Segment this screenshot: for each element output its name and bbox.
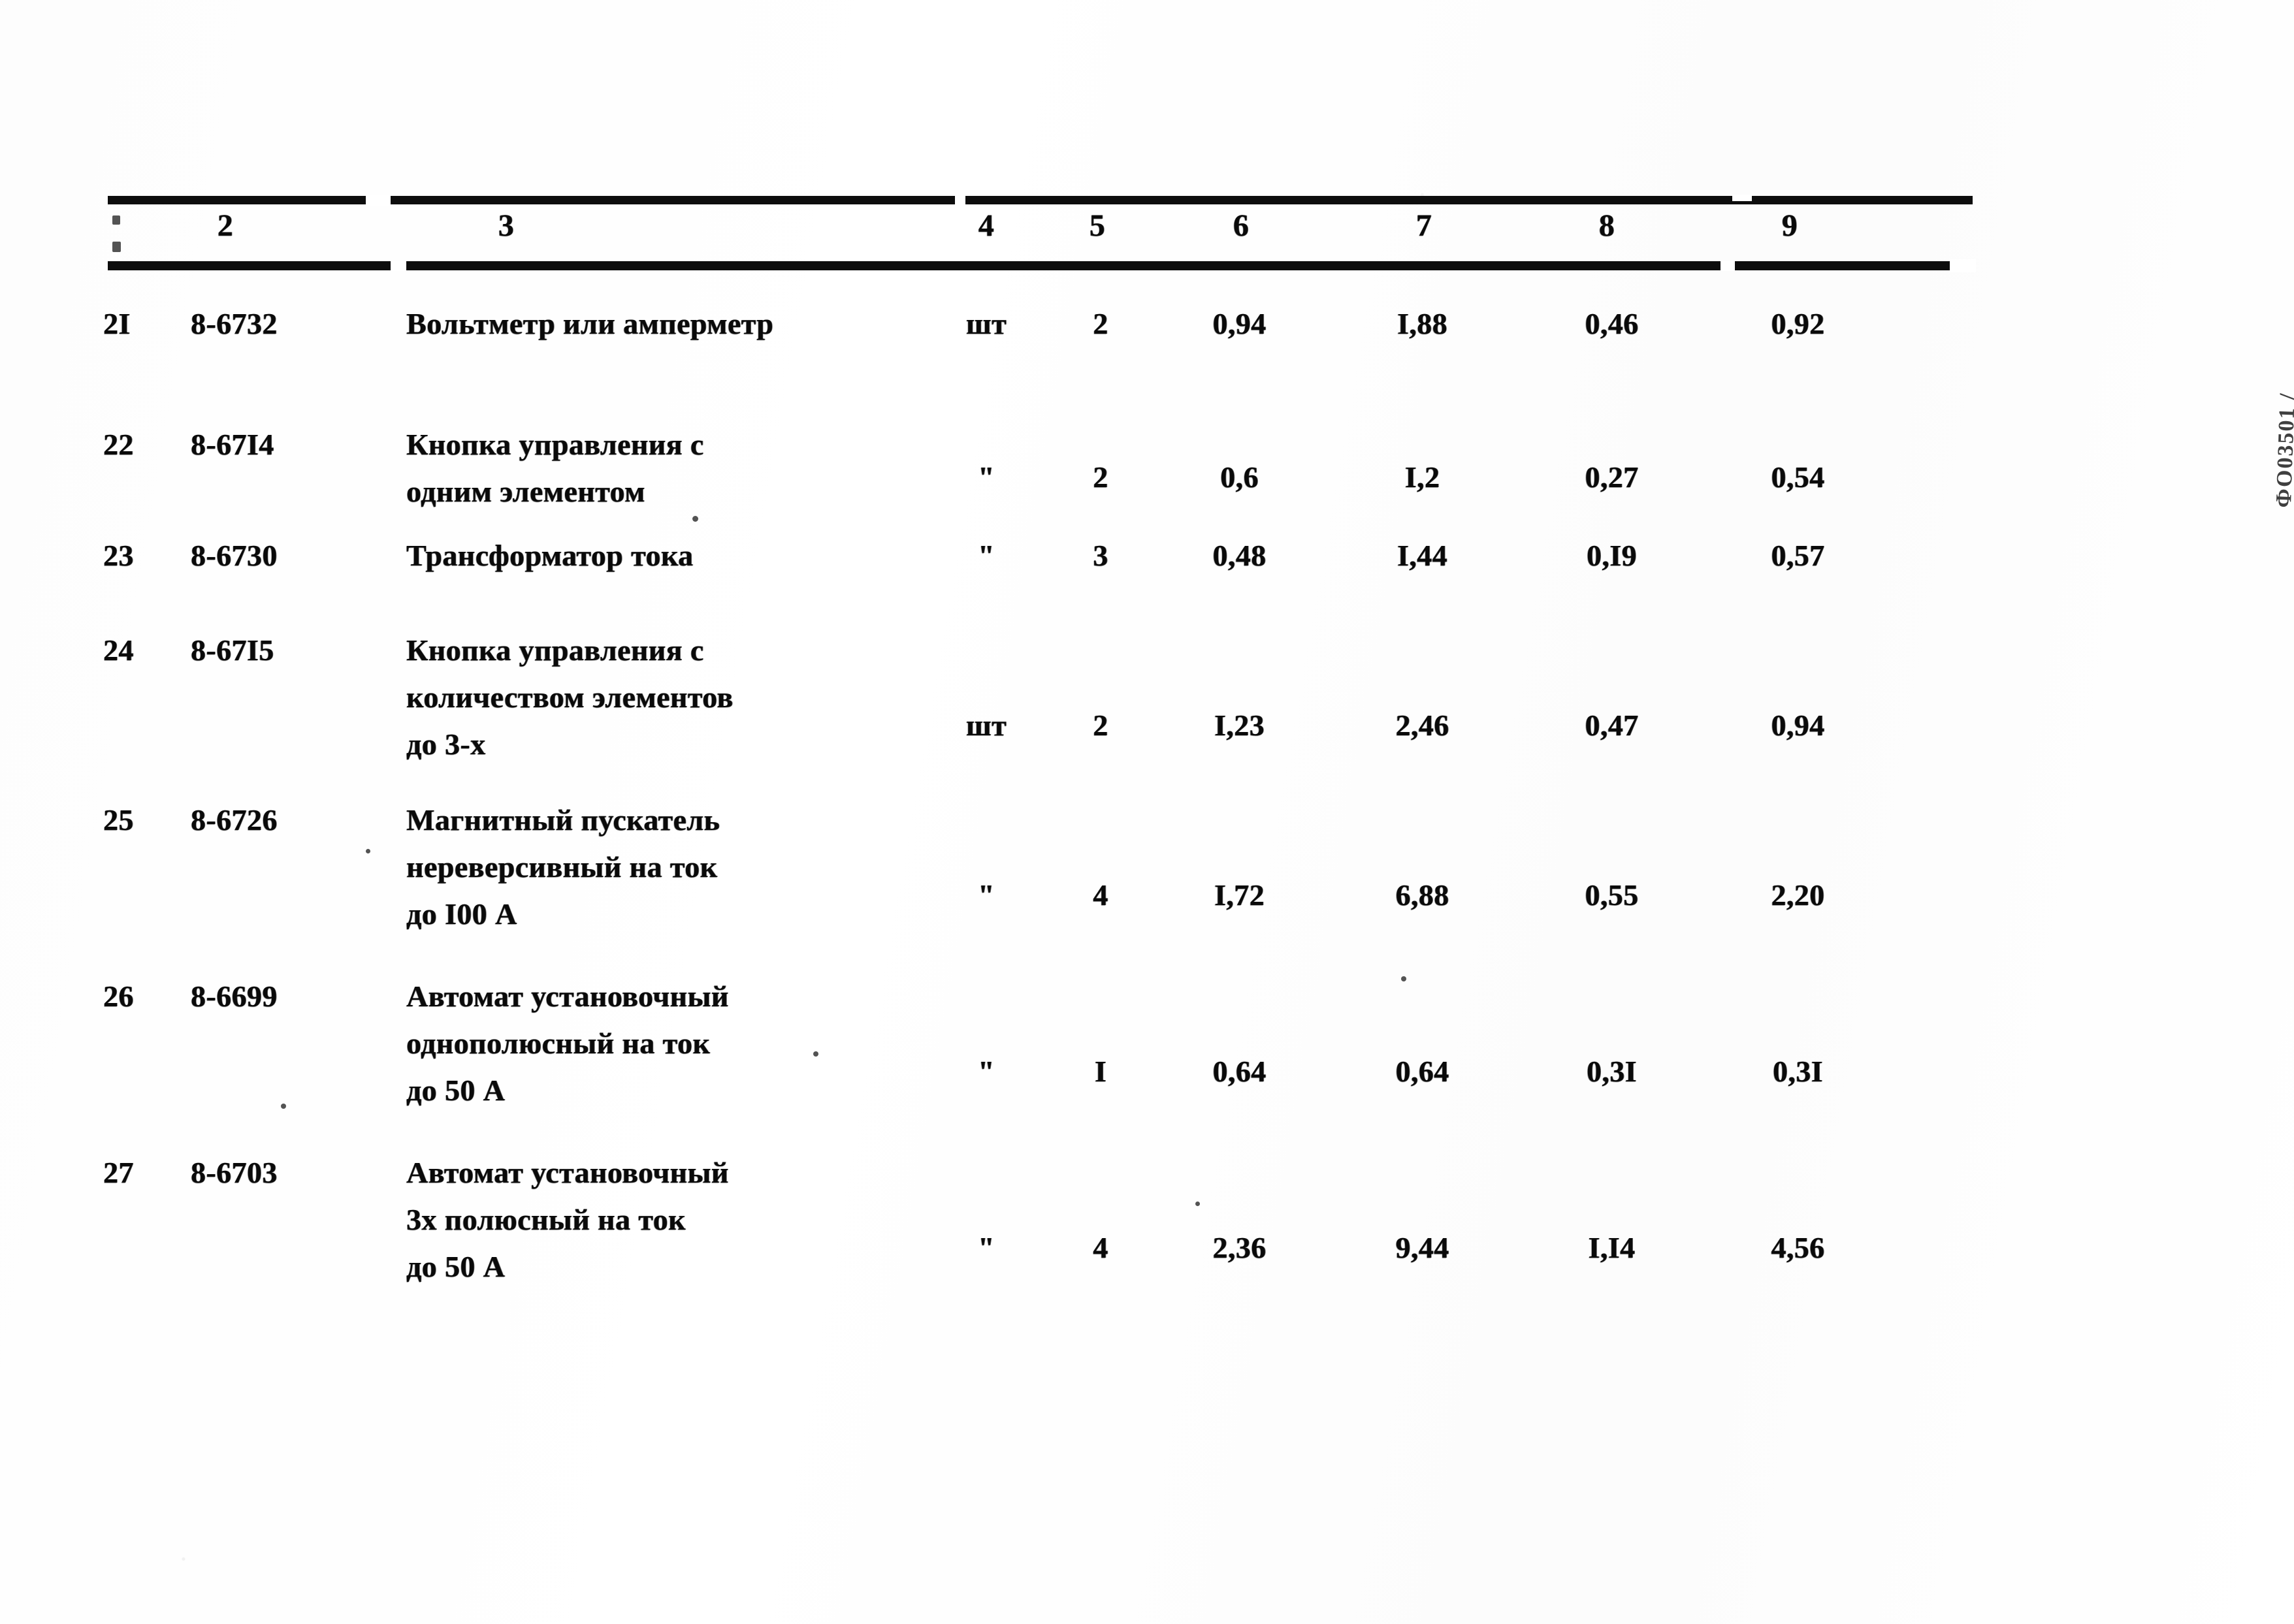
row-value-col-6: 2,36 bbox=[1212, 1231, 1267, 1264]
row-number: 23 bbox=[103, 539, 134, 572]
row-value-col-7: 6,88 bbox=[1395, 878, 1449, 912]
dust-speck bbox=[1195, 1202, 1200, 1206]
dust-speck bbox=[281, 1104, 286, 1109]
row-code: 8-6703 bbox=[191, 1156, 278, 1189]
row-value-col-8: 0,3I bbox=[1586, 1055, 1637, 1088]
dust-speck bbox=[366, 849, 370, 853]
rule-break bbox=[1950, 259, 1976, 272]
row-value-col-7: I,2 bbox=[1404, 460, 1440, 494]
row-value-col-8: 0,55 bbox=[1585, 878, 1639, 912]
column-header-7: 7 bbox=[1415, 208, 1432, 243]
row-value-col-7: 2,46 bbox=[1395, 709, 1449, 742]
rule-break bbox=[391, 261, 406, 271]
row-value-col-6: I,72 bbox=[1214, 878, 1265, 912]
row-value-col-8: 0,47 bbox=[1585, 709, 1639, 742]
row-number: 22 bbox=[103, 428, 134, 461]
row-number: 25 bbox=[103, 803, 134, 836]
row-name: Кнопка управления с количеством элементо… bbox=[406, 633, 734, 761]
row-value-col-8: 0,27 bbox=[1585, 460, 1639, 494]
dust-speck bbox=[692, 516, 698, 522]
scanned-page: 2 3 4 5 6 7 8 9 2I 8-6732 Вольтметр или ам… bbox=[0, 0, 2294, 1624]
row-value-col-6: I,23 bbox=[1214, 709, 1265, 742]
column-header-9: 9 bbox=[1781, 208, 1798, 243]
row-quantity: I bbox=[1094, 1055, 1107, 1088]
rule-break bbox=[1720, 261, 1735, 271]
row-quantity: 2 bbox=[1093, 307, 1108, 340]
row-value-col-9: 0,92 bbox=[1771, 307, 1825, 340]
row-code: 8-6699 bbox=[191, 979, 278, 1013]
row-number: 27 bbox=[103, 1156, 134, 1189]
row-unit: шт bbox=[965, 709, 1007, 742]
row-value-col-9: 2,20 bbox=[1771, 878, 1825, 912]
row-value-col-6: 0,94 bbox=[1212, 307, 1267, 340]
dust-speck bbox=[813, 1051, 818, 1057]
row-name: Автомат установочный 3х полюсный на ток … bbox=[406, 1156, 729, 1283]
row-name: Трансформатор тока bbox=[406, 539, 694, 572]
table-header-bottom-rule bbox=[108, 261, 1973, 270]
row-quantity: 2 bbox=[1093, 460, 1108, 494]
margin-stamp-line-1: ФО03501 / bbox=[2271, 392, 2294, 509]
row-value-col-7: I,44 bbox=[1397, 539, 1447, 572]
column-header-5: 5 bbox=[1089, 208, 1106, 243]
row-value-col-8: 0,I9 bbox=[1586, 539, 1637, 572]
row-code: 8-67I5 bbox=[191, 633, 274, 667]
column-header-4: 4 bbox=[978, 208, 995, 243]
row-number: 24 bbox=[103, 633, 134, 667]
row-value-col-9: 0,3I bbox=[1772, 1055, 1823, 1088]
row-unit: " bbox=[978, 1055, 995, 1088]
row-name: Автомат установочный однополюсный на ток… bbox=[406, 979, 729, 1107]
row-number: 2I bbox=[103, 307, 131, 340]
row-value-col-6: 0,64 bbox=[1212, 1055, 1267, 1088]
row-quantity: 4 bbox=[1093, 878, 1108, 912]
row-unit: " bbox=[978, 878, 995, 912]
rule-break bbox=[366, 195, 391, 206]
row-unit: " bbox=[978, 460, 995, 494]
margin-stamp: ФО03501 / стр2 bbox=[2272, 392, 2294, 509]
column-header-3: 3 bbox=[498, 208, 515, 243]
row-value-col-8: 0,46 bbox=[1585, 307, 1639, 340]
row-quantity: 2 bbox=[1093, 709, 1108, 742]
rule-break bbox=[955, 195, 965, 206]
row-value-col-9: 0,54 bbox=[1771, 460, 1825, 494]
row-value-col-7: 9,44 bbox=[1395, 1231, 1449, 1264]
column-header-6: 6 bbox=[1233, 208, 1250, 243]
row-value-col-9: 0,57 bbox=[1771, 539, 1825, 572]
row-code: 8-6732 bbox=[191, 307, 278, 340]
row-unit: " bbox=[978, 1231, 995, 1264]
row-value-col-6: 0,48 bbox=[1212, 539, 1267, 572]
row-quantity: 4 bbox=[1093, 1231, 1108, 1264]
row-value-col-6: 0,6 bbox=[1220, 460, 1259, 494]
column-header-2: 2 bbox=[217, 208, 234, 243]
rule-break bbox=[1732, 195, 1752, 201]
row-value-col-7: 0,64 bbox=[1395, 1055, 1449, 1088]
row-code: 8-6730 bbox=[191, 539, 278, 572]
row-code: 8-67I4 bbox=[191, 428, 274, 461]
row-value-col-7: I,88 bbox=[1397, 307, 1447, 340]
row-unit: шт bbox=[965, 307, 1007, 340]
row-number: 26 bbox=[103, 979, 134, 1013]
ink-speck bbox=[112, 242, 121, 252]
row-value-col-8: I,I4 bbox=[1588, 1231, 1636, 1264]
dust-speck bbox=[1401, 976, 1406, 981]
row-code: 8-6726 bbox=[191, 803, 278, 836]
row-quantity: 3 bbox=[1093, 539, 1108, 572]
row-name: Кнопка управления с одним элементом bbox=[406, 428, 704, 508]
column-header-8: 8 bbox=[1598, 208, 1615, 243]
ink-speck bbox=[112, 215, 120, 225]
row-unit: " bbox=[978, 539, 995, 572]
row-value-col-9: 4,56 bbox=[1771, 1231, 1825, 1264]
row-name: Магнитный пускатель нереверсивный на ток… bbox=[406, 803, 720, 931]
row-name: Вольтметр или амперметр bbox=[406, 307, 774, 340]
row-value-col-9: 0,94 bbox=[1771, 709, 1825, 742]
